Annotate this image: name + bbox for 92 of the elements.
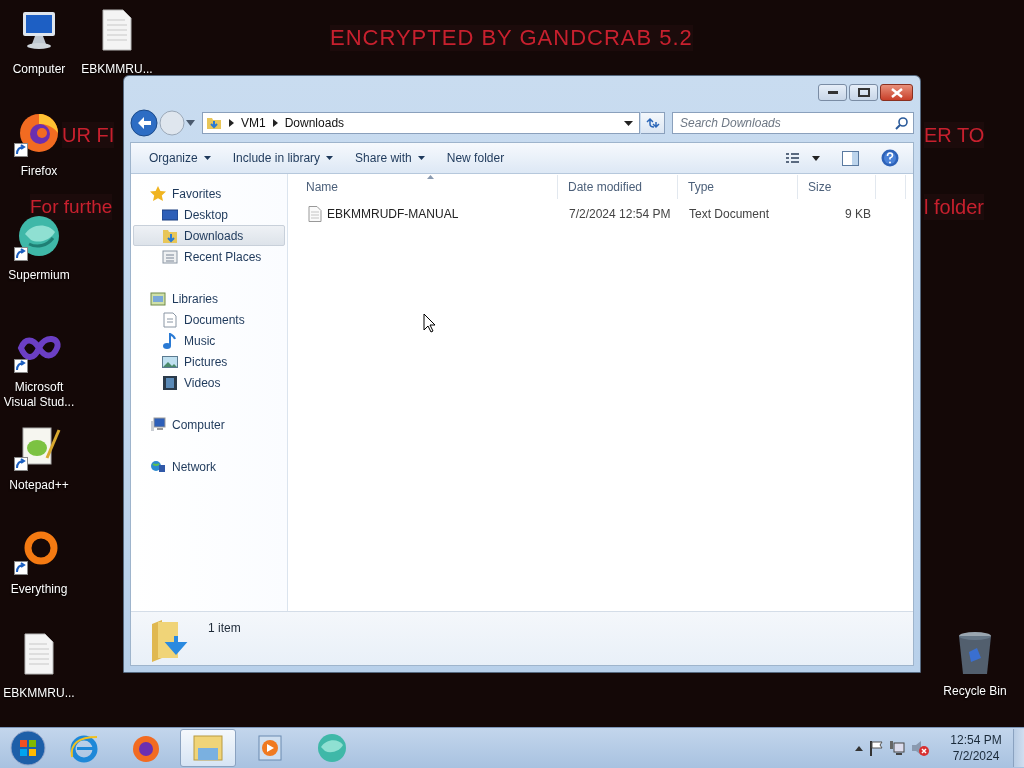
folder-window-icon: [192, 734, 224, 762]
file-name: EBKMMRUDF-MANUAL: [327, 207, 459, 221]
clock-time: 12:54 PM: [950, 732, 1002, 748]
dropdown-arrow-icon[interactable]: [624, 120, 633, 126]
caret-icon[interactable]: [186, 120, 195, 126]
picture-icon: [162, 353, 178, 370]
chevron-icon[interactable]: [272, 119, 278, 127]
view-options-icon[interactable]: [786, 152, 820, 164]
library-icon: [150, 290, 166, 307]
clock-date: 7/2/2024: [952, 748, 1000, 764]
search-icon: [895, 117, 908, 130]
date-text: 7/2/2024 12:54 PM: [569, 207, 671, 221]
sort-arrow-icon: [426, 175, 434, 179]
film-icon: [162, 374, 178, 391]
network-icon[interactable]: [889, 740, 905, 756]
nav-item[interactable]: Pictures: [133, 351, 285, 372]
file-row[interactable]: EBKMMRUDF-MANUAL 7/2/2024 12:54 PM Text Document 9 KB: [296, 203, 913, 225]
desktop-icon: [162, 206, 178, 223]
nav-item[interactable]: Documents: [133, 309, 285, 330]
sphere-logo-icon: [316, 732, 348, 764]
breadcrumb[interactable]: Downloads: [284, 116, 345, 130]
desktop-icon-label[interactable]: EBKMMRU...: [81, 62, 153, 77]
help-icon[interactable]: [881, 149, 899, 167]
desktop-icon-label[interactable]: EBKMMRU...: [3, 686, 75, 701]
desktop-icon-label[interactable]: Notepad++: [9, 478, 69, 493]
desktop-icon-label[interactable]: Everything: [10, 582, 68, 597]
refresh-button[interactable]: [641, 112, 665, 134]
nav-item[interactable]: Music: [133, 330, 285, 351]
downloads-folder-icon: [150, 618, 188, 662]
nav-item[interactable]: Computer: [133, 414, 285, 435]
text-file-icon: [308, 206, 322, 222]
mouse-cursor-icon: [423, 313, 436, 333]
ransom-text: ENCRYPTED BY GANDCRAB 5.2: [330, 25, 693, 51]
show-hidden-icons-icon[interactable]: [855, 745, 863, 751]
maximize-icon: [857, 88, 870, 97]
play-icon: [256, 734, 284, 762]
downloads-folder-icon: [162, 227, 178, 244]
nav-item[interactable]: Downloads: [133, 225, 285, 246]
caret-icon: [203, 156, 211, 160]
minimize-button[interactable]: [818, 84, 847, 101]
nav-item[interactable]: Recent Places: [133, 246, 285, 267]
desktop-icon-label[interactable]: Firefox: [20, 164, 58, 179]
desktop-icon-label[interactable]: Computer: [12, 62, 66, 77]
nav-item[interactable]: Favorites: [133, 183, 285, 204]
size-text: 9 KB: [845, 207, 871, 221]
desktop-icon-label[interactable]: Recycle Bin: [943, 684, 1007, 699]
breadcrumb[interactable]: VM1: [241, 116, 266, 130]
minimize-icon: [827, 90, 838, 95]
toolbar-button[interactable]: Organize: [141, 147, 219, 169]
computer-icon: [150, 416, 166, 433]
toolbar-button[interactable]: New folder: [438, 147, 513, 169]
folder-icon: [206, 115, 222, 131]
close-icon: [890, 87, 903, 98]
column-header[interactable]: Type: [678, 175, 798, 199]
recent-places-icon: [162, 248, 178, 265]
ransom-text: UR FI: [62, 122, 115, 148]
ransom-text: ER TO: [924, 122, 985, 148]
music-note-icon: [162, 332, 178, 349]
toolbar-button[interactable]: Share with: [347, 147, 433, 169]
desktop-icon-label[interactable]: Supermium: [8, 268, 70, 283]
volume-muted-icon[interactable]: [911, 739, 929, 757]
fox-logo-icon: [131, 733, 161, 763]
nav-item[interactable]: Videos: [133, 372, 285, 393]
address-bar[interactable]: VM1 Downloads: [202, 112, 640, 134]
flag-icon[interactable]: [869, 740, 883, 756]
ransom-text: For furthe: [30, 194, 113, 220]
nav-item[interactable]: Libraries: [133, 288, 285, 309]
ransom-text: l folder: [924, 194, 985, 220]
column-header[interactable]: Name: [296, 175, 558, 199]
column-header[interactable]: Size: [798, 175, 876, 199]
browser-e-icon: [69, 733, 99, 763]
caret-icon: [326, 156, 334, 160]
toolbar-button[interactable]: Include in library: [224, 147, 342, 169]
item-count: 1 item: [208, 621, 241, 635]
column-header[interactable]: Date modified: [558, 175, 678, 199]
chevron-icon[interactable]: [229, 119, 234, 127]
nav-item[interactable]: Desktop: [133, 204, 285, 225]
desktop-icon-label[interactable]: Microsoft Visual Stud...: [0, 380, 78, 410]
maximize-button[interactable]: [849, 84, 878, 101]
type-text: Text Document: [689, 207, 770, 221]
caret-icon: [417, 156, 425, 160]
back-button[interactable]: [130, 109, 158, 137]
windows-logo-icon: [10, 730, 46, 766]
network-icon: [150, 458, 166, 475]
star-icon: [150, 185, 166, 202]
preview-pane-icon[interactable]: [842, 150, 859, 166]
search-field[interactable]: Search Downloads: [672, 112, 914, 134]
close-button[interactable]: [880, 84, 913, 101]
document-icon: [162, 311, 178, 328]
refresh-icon: [645, 117, 660, 129]
nav-item[interactable]: Network: [133, 456, 285, 477]
clock[interactable]: 12:54 PM 7/2/2024: [945, 732, 1007, 764]
